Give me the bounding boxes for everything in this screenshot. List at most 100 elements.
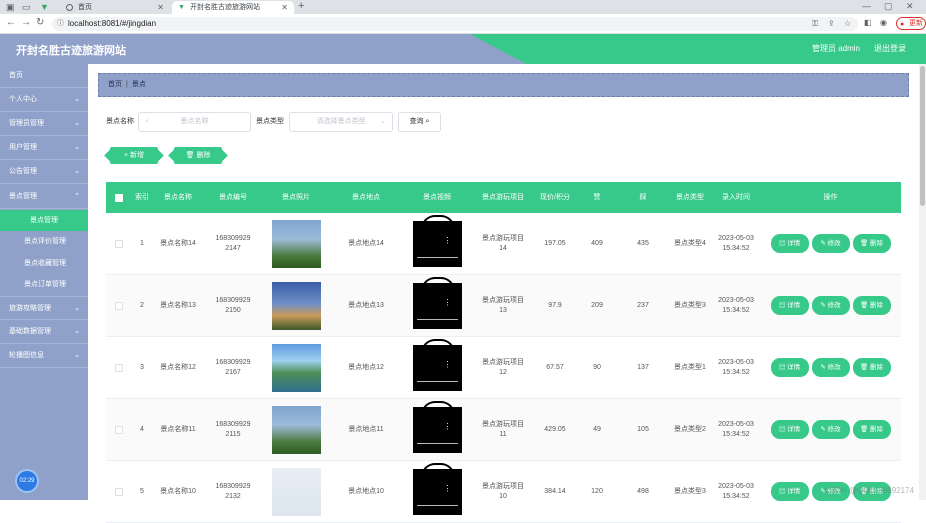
row-checkbox[interactable] — [115, 301, 123, 310]
logout-link[interactable]: 退出登录 — [874, 43, 906, 54]
sidebar-item-notices[interactable]: 公告管理 ⌄ — [0, 160, 88, 184]
more-options-icon[interactable]: ⋮ — [444, 360, 452, 368]
bookmark-star-icon[interactable]: ☆ — [844, 17, 851, 31]
maximize-icon[interactable]: ▢ — [884, 1, 893, 12]
minimize-icon[interactable]: — — [862, 1, 871, 11]
attraction-photo[interactable] — [271, 219, 321, 268]
video-progress-bar[interactable] — [416, 504, 458, 506]
close-tab-icon[interactable]: ✕ — [281, 1, 288, 14]
sidebar-item-users[interactable]: 用户管理 ⌄ — [0, 136, 88, 160]
add-button[interactable]: + 新增 — [104, 147, 164, 164]
more-options-icon[interactable]: ⋮ — [444, 236, 452, 244]
more-options-icon[interactable]: ⋮ — [444, 298, 452, 306]
row-checkbox[interactable] — [115, 425, 123, 434]
browser-tab-home[interactable]: 首页 ✕ — [60, 1, 170, 14]
edit-button[interactable]: ✎ 修改 — [812, 359, 849, 376]
scrollbar-thumb[interactable] — [920, 66, 925, 206]
attraction-photo[interactable] — [271, 343, 321, 392]
chevron-down-icon: ⌄ — [74, 328, 80, 335]
clock-widget[interactable]: 02:29 — [15, 469, 39, 493]
video-progress-bar[interactable] — [416, 318, 458, 320]
table-row[interactable]: 1 景点名称14 1683099292147 景点地点14 ⋮ 景点游玩项目14 197.0… — [106, 213, 901, 275]
update-button[interactable]: ● 更新 — [896, 17, 926, 30]
back-icon[interactable]: ← — [6, 17, 16, 28]
breadcrumb-home[interactable]: 首页 — [108, 81, 122, 88]
video-player[interactable]: ⋮ — [412, 462, 462, 515]
video-player[interactable]: ⋮ — [412, 400, 462, 453]
profile-icon[interactable]: ◉ — [880, 18, 887, 27]
sidebar-item-basedata[interactable]: 基础数据管理 ⌄ — [0, 320, 88, 344]
update-icon: ● — [900, 21, 905, 28]
attraction-photo[interactable] — [271, 467, 321, 516]
site-info-icon[interactable]: ⓘ — [57, 17, 64, 31]
type-select[interactable]: 请选择景点类型 ⌄ — [289, 112, 393, 132]
browser-tab-active[interactable]: ▼ 开封名胜古迹旅游网站 ✕ — [172, 1, 294, 14]
sidebar-item-label: 旅游攻略管理 — [9, 305, 51, 312]
row-checkbox[interactable] — [115, 239, 123, 248]
forward-icon[interactable]: → — [21, 17, 31, 28]
sidebar-subitem-reviews[interactable]: 景点评价管理 — [0, 231, 88, 252]
tab-search-icon[interactable]: ▭ — [22, 2, 31, 13]
sidebar-subitem-orders[interactable]: 景点订单管理 — [0, 274, 88, 295]
delete-button[interactable]: 🗑 删除 — [853, 235, 890, 252]
sidebar-subitem-favorites[interactable]: 景点收藏管理 — [0, 253, 88, 274]
detail-button[interactable]: ▤ 详情 — [771, 359, 808, 376]
table-row[interactable]: 3 景点名称12 1683099292167 景点地点12 ⋮ 景点游玩项目12 67.57… — [106, 337, 901, 399]
video-progress-bar[interactable] — [416, 442, 458, 444]
attraction-photo[interactable] — [271, 405, 321, 454]
sidebar-item-label: 基础数据管理 — [9, 328, 51, 335]
window-menu-icon[interactable]: ▣ — [6, 2, 15, 13]
query-button[interactable]: 查询 ⌕ — [398, 112, 441, 132]
edit-button[interactable]: ✎ 修改 — [812, 421, 849, 438]
detail-button[interactable]: ▤ 详情 — [771, 297, 808, 314]
close-window-icon[interactable]: ✕ — [906, 1, 914, 12]
vue-devtools-icon[interactable]: ▼ — [40, 2, 49, 12]
more-options-icon[interactable]: ⋮ — [444, 422, 452, 430]
share-icon[interactable]: ⇪ — [828, 17, 835, 31]
sidebar-item-guides[interactable]: 旅游攻略管理 ⌄ — [0, 296, 88, 320]
video-progress-bar[interactable] — [416, 256, 458, 258]
close-tab-icon[interactable]: ✕ — [157, 1, 164, 14]
sidebar-item-carousel[interactable]: 轮播图信息 ⌄ — [0, 344, 88, 368]
new-tab-icon[interactable]: + — [298, 0, 304, 12]
key-icon[interactable]: ⚿ — [812, 17, 818, 31]
browser-tab-bar: ▣ ▭ ▼ 首页 ✕ ▼ 开封名胜古迹旅游网站 ✕ + — ▢ ✕ — [0, 0, 926, 14]
document-icon: ▤ — [778, 240, 786, 247]
sidebar-item-attractions[interactable]: 景点管理 ⌃ — [0, 185, 88, 209]
batch-delete-button[interactable]: 🗑 删除 — [168, 147, 228, 164]
cell-project: 景点游玩项目13 — [482, 296, 524, 314]
row-checkbox[interactable] — [115, 363, 123, 372]
name-search-input[interactable]: ⌕ 景点名称 — [138, 112, 251, 132]
edit-button[interactable]: ✎ 修改 — [812, 297, 849, 314]
table-row[interactable]: 4 景点名称11 1683099292115 景点地点11 ⋮ 景点游玩项目11 429.0… — [106, 399, 901, 461]
trash-icon: 🗑 — [185, 152, 195, 159]
table-row[interactable]: 2 景点名称13 1683099292150 景点地点13 ⋮ 景点游玩项目13 97.9 2… — [106, 275, 901, 337]
reload-icon[interactable]: ↻ — [36, 17, 44, 28]
attraction-photo[interactable] — [271, 281, 321, 330]
cell-video: ⋮ — [402, 275, 472, 336]
delete-button[interactable]: 🗑 删除 — [853, 297, 890, 314]
sidebar-item-profile[interactable]: 个人中心 ⌄ — [0, 88, 88, 112]
video-player[interactable]: ⋮ — [412, 214, 462, 267]
checkbox[interactable] — [115, 193, 123, 202]
delete-button[interactable]: 🗑 删除 — [853, 421, 890, 438]
edit-button[interactable]: ✎ 修改 — [812, 235, 849, 252]
sidebar-panel-icon[interactable]: ◧ — [864, 18, 872, 27]
detail-button[interactable]: ▤ 详情 — [771, 483, 808, 500]
delete-button[interactable]: 🗑 删除 — [853, 359, 890, 376]
sidebar-subitem-attractions[interactable]: 景点管理 — [0, 210, 88, 231]
more-options-icon[interactable]: ⋮ — [444, 484, 452, 492]
video-progress-bar[interactable] — [416, 380, 458, 382]
detail-button[interactable]: ▤ 详情 — [771, 235, 808, 252]
select-all-checkbox[interactable] — [106, 182, 132, 213]
row-checkbox[interactable] — [115, 487, 123, 496]
detail-button[interactable]: ▤ 详情 — [771, 421, 808, 438]
sidebar-subitem-label: 景点收藏管理 — [24, 260, 66, 267]
sidebar-item-home[interactable]: 首页 — [0, 64, 88, 88]
video-player[interactable]: ⋮ — [412, 338, 462, 391]
table-row[interactable]: 5 景点名称10 1683099292132 景点地点10 ⋮ 景点游玩项目10 384.1… — [106, 461, 901, 523]
video-player[interactable]: ⋮ — [412, 276, 462, 329]
address-bar[interactable]: ⓘ localhost:8081/#/jingdian ⚿ ⇪ ☆ — [52, 17, 858, 31]
sidebar-item-admins[interactable]: 管理员管理 ⌄ — [0, 112, 88, 136]
chevron-down-icon: ⌄ — [74, 352, 80, 359]
